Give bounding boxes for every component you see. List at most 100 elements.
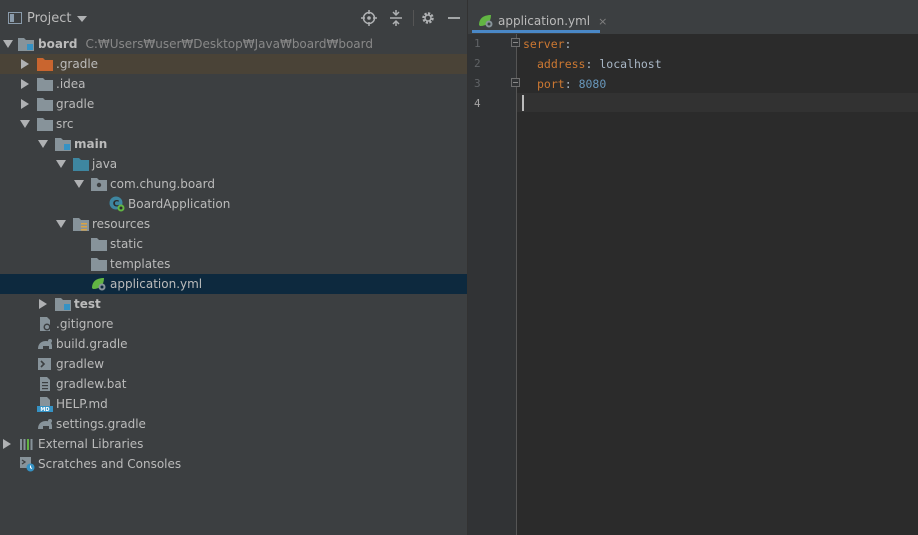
tree-item-java[interactable]: java <box>0 154 467 174</box>
line-number: 4 <box>474 97 481 110</box>
tree-item-label: settings.gradle <box>56 417 146 431</box>
yaml-key: address <box>537 57 586 71</box>
line-number: 1 <box>474 37 481 50</box>
folder-icon <box>37 78 53 91</box>
code-line: port: 8080 <box>537 76 606 92</box>
tree-item-label: com.chung.board <box>110 177 215 191</box>
svg-text:MD: MD <box>40 407 49 412</box>
expand-arrow-icon[interactable] <box>21 59 29 69</box>
yaml-value: localhost <box>599 57 662 71</box>
module-folder-icon <box>55 138 71 151</box>
locate-icon[interactable] <box>361 10 377 26</box>
tree-item-gradlew[interactable]: gradlew <box>0 354 467 374</box>
tree-item-gradle[interactable]: gradle <box>0 94 467 114</box>
tree-item-board[interactable]: board C:₩Users₩user₩Desktop₩Java₩board₩bo… <box>0 34 467 54</box>
tree-item-label: board <box>38 37 78 51</box>
project-path: C:₩Users₩user₩Desktop₩Java₩board₩board <box>85 37 373 51</box>
text-caret <box>522 95 524 111</box>
tree-item-build-gradle[interactable]: build.gradle <box>0 334 467 354</box>
scratches-icon <box>20 457 35 472</box>
project-title: Project <box>27 10 72 26</box>
folder-icon <box>91 258 107 271</box>
project-view-selector[interactable]: Project <box>8 9 88 27</box>
editor-tab-bar: application.yml × <box>468 0 918 34</box>
tree-item-label: src <box>56 117 74 131</box>
tree-item-label: main <box>74 137 108 151</box>
tree-item-application-yml[interactable]: application.yml <box>0 274 467 294</box>
tree-item-label: static <box>110 237 143 251</box>
tree-item-src[interactable]: src <box>0 114 467 134</box>
yaml-key: server <box>523 37 565 51</box>
folder-icon <box>37 118 53 131</box>
expand-arrow-icon[interactable] <box>74 180 84 188</box>
expand-arrow-icon[interactable] <box>21 79 29 89</box>
gradle-file-icon <box>38 419 52 429</box>
spring-boot-class-icon: C <box>109 196 125 212</box>
folder-icon <box>37 98 53 111</box>
module-folder-icon <box>55 298 71 311</box>
tree-item-label: application.yml <box>110 277 203 291</box>
editor-pane: application.yml × 1 2 3 4 server: addres… <box>467 0 918 535</box>
line-number-gutter: 1 2 3 4 <box>468 34 520 535</box>
tree-item-static[interactable]: static <box>0 234 467 254</box>
spring-yml-icon <box>479 15 493 28</box>
collapse-all-icon[interactable] <box>388 10 404 26</box>
tree-item-test[interactable]: test <box>0 294 467 314</box>
tree-item-gradlew-bat[interactable]: gradlew.bat <box>0 374 467 394</box>
code-editor[interactable]: server: address: localhost port: 8080 <box>517 34 918 535</box>
tree-item-gradle-cache[interactable]: .gradle <box>0 54 467 74</box>
expand-arrow-icon[interactable] <box>56 220 66 228</box>
tree-item-label: templates <box>110 257 171 271</box>
tree-item-label: gradlew <box>56 357 105 371</box>
tab-label: application.yml <box>498 14 591 28</box>
expand-arrow-icon[interactable] <box>21 99 29 109</box>
libraries-icon <box>20 439 33 450</box>
project-header: Project <box>0 0 467 34</box>
tree-item-label: Scratches and Consoles <box>38 457 182 471</box>
expand-arrow-icon[interactable] <box>56 160 66 168</box>
tree-item-label: java <box>92 157 118 171</box>
expand-arrow-icon[interactable] <box>39 299 47 309</box>
chevron-down-icon <box>77 16 88 22</box>
active-tab-indicator <box>472 30 600 33</box>
yaml-value: 8080 <box>578 77 607 91</box>
tree-item-label: External Libraries <box>38 437 144 451</box>
expand-arrow-icon[interactable] <box>38 140 48 148</box>
folder-icon <box>91 238 107 251</box>
yaml-colon: : <box>585 57 593 71</box>
tree-item-main[interactable]: main <box>0 134 467 154</box>
tree-item-label: .gitignore <box>56 317 114 331</box>
tree-item-gitignore[interactable]: .gitignore <box>0 314 467 334</box>
gear-icon[interactable] <box>420 10 436 26</box>
tree-item-board-application[interactable]: C BoardApplication <box>0 194 467 214</box>
project-tool-window: Project board C:₩Users₩user₩Desktop₩Java… <box>0 0 467 535</box>
tree-item-external-libraries[interactable]: External Libraries <box>0 434 467 454</box>
hide-panel-icon[interactable] <box>446 10 462 26</box>
code-line: address: localhost <box>537 56 662 72</box>
tree-item-label: gradle <box>56 97 95 111</box>
line-number: 2 <box>474 57 481 70</box>
gradle-file-icon <box>38 339 52 349</box>
tree-item-templates[interactable]: templates <box>0 254 467 274</box>
tree-item-package[interactable]: com.chung.board <box>0 174 467 194</box>
tree-item-resources[interactable]: resources <box>0 214 467 234</box>
tree-item-settings-gradle[interactable]: settings.gradle <box>0 414 467 434</box>
expand-arrow-icon[interactable] <box>3 439 11 449</box>
close-icon[interactable]: × <box>598 15 607 28</box>
tree-item-scratches[interactable]: Scratches and Consoles <box>0 454 467 474</box>
header-divider <box>413 10 414 26</box>
script-file-icon <box>38 358 51 370</box>
tree-item-idea[interactable]: .idea <box>0 74 467 94</box>
yaml-colon: : <box>564 77 572 91</box>
excluded-folder-icon <box>37 58 53 71</box>
module-folder-icon <box>18 38 34 51</box>
tree-item-label: build.gradle <box>56 337 128 351</box>
line-number: 3 <box>474 77 481 90</box>
tree-item-help-md[interactable]: MD HELP.md <box>0 394 467 414</box>
current-line-highlight <box>517 93 918 112</box>
expand-arrow-icon[interactable] <box>3 40 13 48</box>
expand-arrow-icon[interactable] <box>20 120 30 128</box>
yaml-colon: : <box>564 37 572 51</box>
code-line: server: <box>523 36 571 52</box>
ide-window: Project board C:₩Users₩user₩Desktop₩Java… <box>0 0 918 535</box>
